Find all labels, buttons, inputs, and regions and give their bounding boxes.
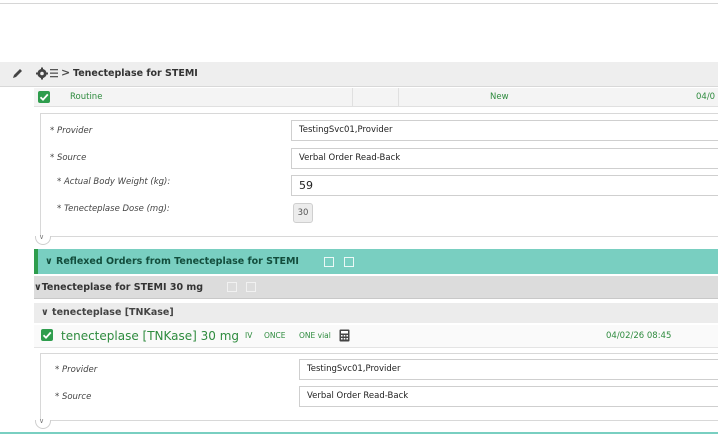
medication-date: 04/02/26 08:45 [606, 331, 672, 341]
collapse-all-icon[interactable] [227, 282, 237, 292]
chevron-down-icon[interactable]: ∨ [41, 307, 49, 318]
source-label: * Source [50, 153, 87, 163]
medication-route: IV [245, 331, 253, 340]
pencil-icon[interactable] [12, 67, 24, 79]
source-field[interactable]: Verbal Order Read-Back [291, 148, 718, 169]
provider-label: * Provider [55, 365, 98, 375]
medication-frequency: ONCE [264, 331, 286, 340]
order-row[interactable]: Routine New 04/0 [34, 88, 718, 107]
weight-input[interactable]: 59 [291, 175, 718, 196]
chevron-down-icon[interactable]: ∨ [34, 282, 42, 293]
order-set-group-bar[interactable]: ∨Tenecteplase for STEMI 30 mg [34, 276, 718, 299]
chevron-right-icon[interactable]: > [61, 66, 70, 79]
calculator-icon[interactable] [339, 329, 350, 342]
medication-subgroup-bar[interactable]: ∨ tenecteplase [TNKase] [34, 303, 718, 323]
order-group-header: > Tenecteplase for STEMI [0, 62, 718, 87]
bottom-accent-line [0, 432, 718, 434]
dose-label: * Tenecteplase Dose (mg): [57, 204, 170, 214]
reflexed-orders-heading: ∨ Reflexed Orders from Tenecteplase for … [45, 256, 299, 267]
expand-all-icon[interactable] [344, 257, 354, 267]
order-set-group-heading: ∨Tenecteplase for STEMI 30 mg [34, 282, 203, 293]
weight-label: * Actual Body Weight (kg): [57, 177, 171, 187]
collapse-all-icon[interactable] [324, 257, 334, 267]
chevron-down-icon: ∨ [39, 233, 45, 241]
medication-quantity: ONE vial [299, 331, 331, 340]
top-divider [0, 3, 718, 4]
medication-order-row[interactable]: tenecteplase [TNKase] 30 mg IV ONCE ONE … [34, 325, 718, 348]
source-label: * Source [55, 392, 92, 402]
provider-label: * Provider [50, 126, 93, 136]
source-field[interactable]: Verbal Order Read-Back [299, 386, 718, 407]
order-priority: Routine [70, 92, 103, 102]
gear-icon[interactable] [36, 67, 50, 80]
column-divider [352, 88, 353, 106]
chevron-down-icon: ∨ [39, 417, 45, 425]
column-divider [398, 88, 399, 106]
order-group-title: Tenecteplase for STEMI [73, 68, 198, 79]
medication-name: tenecteplase [TNKase] 30 mg [61, 329, 240, 343]
expand-collapse-toggle[interactable]: ∨ [35, 417, 51, 429]
order-details-panel: * Provider TestingSvc01,Provider * Sourc… [40, 113, 718, 237]
provider-field[interactable]: TestingSvc01,Provider [299, 359, 718, 380]
order-checkbox[interactable] [38, 91, 50, 103]
dose-value: 30 [293, 203, 313, 223]
medication-subgroup-heading: ∨ tenecteplase [TNKase] [41, 307, 174, 318]
reflexed-orders-title: Reflexed Orders from Tenecteplase for ST… [56, 256, 299, 267]
medication-subgroup-title: tenecteplase [TNKase] [52, 307, 174, 318]
reflexed-orders-bar[interactable]: ∨ Reflexed Orders from Tenecteplase for … [34, 249, 718, 274]
expand-all-icon[interactable] [246, 282, 256, 292]
order-set-group-title: Tenecteplase for STEMI 30 mg [41, 282, 204, 293]
order-status: New [490, 92, 509, 102]
order-date: 04/0 [696, 92, 716, 102]
chevron-down-icon[interactable]: ∨ [45, 256, 53, 267]
medication-details-panel: * Provider TestingSvc01,Provider * Sourc… [40, 353, 718, 421]
provider-field[interactable]: TestingSvc01,Provider [291, 120, 718, 141]
list-icon[interactable] [50, 68, 58, 78]
expand-collapse-toggle[interactable]: ∨ [35, 233, 51, 245]
medication-checkbox[interactable] [41, 329, 53, 341]
